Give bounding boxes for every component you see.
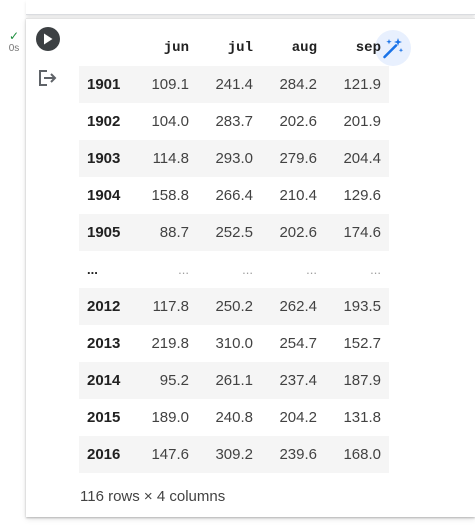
table-row-ellipsis: ... ... ... ... ... xyxy=(79,251,389,288)
table-cell: 284.2 xyxy=(279,76,317,93)
table-row: 1903 114.8 293.0 279.6 204.4 xyxy=(79,140,389,177)
table-row: 2014 95.2 261.1 237.4 187.9 xyxy=(79,362,389,399)
table-cell: 202.6 xyxy=(279,113,317,130)
table-row: 1905 88.7 252.5 202.6 174.6 xyxy=(79,214,389,251)
run-cell-button[interactable] xyxy=(36,27,60,51)
table-cell: 210.4 xyxy=(279,187,317,204)
table-cell: 88.7 xyxy=(159,224,189,241)
table-cell: 241.4 xyxy=(215,76,253,93)
table-cell: 250.2 xyxy=(215,298,253,315)
table-cell: 219.8 xyxy=(151,335,189,352)
table-cell: 193.5 xyxy=(343,298,381,315)
table-cell: 293.0 xyxy=(215,150,253,167)
table-row: 2016 147.6 309.2 239.6 168.0 xyxy=(79,436,389,473)
table-cell: 95.2 xyxy=(159,372,189,389)
table-cell: ... xyxy=(370,262,381,277)
table-row: 1904 158.8 266.4 210.4 129.6 xyxy=(79,177,389,214)
table-cell: 187.9 xyxy=(343,372,381,389)
column-header-aug: aug xyxy=(291,39,317,56)
code-cell-output: jun jul aug sep 1901 109.1 241.4 284.2 1… xyxy=(26,18,475,517)
table-cell: 262.4 xyxy=(279,298,317,315)
table-cell: 189.0 xyxy=(151,409,189,426)
output-icon xyxy=(39,70,57,86)
table-cell: 129.6 xyxy=(343,187,381,204)
table-cell: 174.6 xyxy=(343,224,381,241)
table-row: 1901 109.1 241.4 284.2 121.9 xyxy=(79,66,389,103)
row-index: 1901 xyxy=(87,76,121,93)
table-cell: 131.8 xyxy=(343,409,381,426)
table-row: 2013 219.8 310.0 254.7 152.7 xyxy=(79,325,389,362)
table-cell: 237.4 xyxy=(279,372,317,389)
table-cell: 117.8 xyxy=(152,298,189,315)
table-cell: 104.0 xyxy=(151,113,189,130)
table-cell: ... xyxy=(178,262,189,277)
output-actions-button[interactable] xyxy=(38,69,62,91)
previous-cell-edge xyxy=(26,0,475,15)
table-cell: 114.8 xyxy=(152,150,189,167)
execution-status: ✓ 0s xyxy=(4,30,24,55)
table-cell: 121.9 xyxy=(343,76,381,93)
table-cell: 239.6 xyxy=(279,446,317,463)
table-row: 1902 104.0 283.7 202.6 201.9 xyxy=(79,103,389,140)
table-cell: 158.8 xyxy=(151,187,189,204)
table-cell: 309.2 xyxy=(215,446,253,463)
index-header xyxy=(79,29,133,66)
column-header-jul: jul xyxy=(227,39,253,56)
row-index: 2015 xyxy=(87,409,121,426)
row-index: 1905 xyxy=(87,224,121,241)
table-cell: 204.2 xyxy=(279,409,317,426)
table-cell: 240.8 xyxy=(215,409,253,426)
check-icon: ✓ xyxy=(8,29,20,43)
column-header-sep: sep xyxy=(355,39,381,56)
row-index: 1903 xyxy=(87,150,121,167)
table-cell: 152.7 xyxy=(343,335,381,352)
table-cell: 279.6 xyxy=(279,150,317,167)
table-cell: 204.4 xyxy=(343,150,381,167)
table-cell: 109.1 xyxy=(151,76,189,93)
row-index: 2014 xyxy=(87,372,121,389)
row-index: ... xyxy=(87,262,98,277)
table-row: 2012 117.8 250.2 262.4 193.5 xyxy=(79,288,389,325)
table-cell: 266.4 xyxy=(215,187,253,204)
column-header-jun: jun xyxy=(163,39,189,56)
dataframe-table: jun jul aug sep 1901 109.1 241.4 284.2 1… xyxy=(79,29,389,473)
row-index: 2016 xyxy=(87,446,121,463)
table-cell: 252.5 xyxy=(215,224,253,241)
table-cell: 283.7 xyxy=(215,113,253,130)
table-cell: 310.0 xyxy=(215,335,253,352)
table-cell: 202.6 xyxy=(279,224,317,241)
row-index: 1904 xyxy=(87,187,121,204)
play-icon xyxy=(44,33,53,45)
row-index: 2012 xyxy=(87,298,121,315)
table-cell: 201.9 xyxy=(343,113,381,130)
table-row: 2015 189.0 240.8 204.2 131.8 xyxy=(79,399,389,436)
table-cell: 261.1 xyxy=(215,372,253,389)
table-header-row: jun jul aug sep xyxy=(79,29,389,66)
row-index: 1902 xyxy=(87,113,121,130)
execution-time: 0s xyxy=(8,43,20,54)
table-cell: 254.7 xyxy=(279,335,317,352)
table-cell: 147.6 xyxy=(151,446,189,463)
table-cell: ... xyxy=(306,262,317,277)
table-cell: ... xyxy=(242,262,253,277)
row-index: 2013 xyxy=(87,335,121,352)
table-cell: 168.0 xyxy=(343,446,381,463)
dataframe-shape-text: 116 rows × 4 columns xyxy=(80,488,226,505)
